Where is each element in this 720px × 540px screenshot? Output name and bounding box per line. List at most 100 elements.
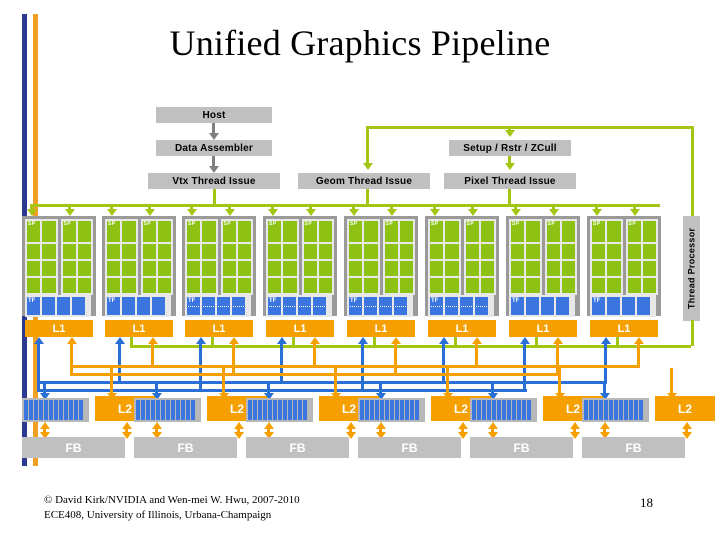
streaming-multiprocessor[interactable]: SP: [544, 219, 577, 295]
sp-core[interactable]: SP: [142, 221, 156, 242]
sp-core[interactable]: [283, 221, 297, 242]
sp-core[interactable]: [157, 244, 171, 259]
sp-core[interactable]: SP: [430, 221, 444, 242]
sp-core[interactable]: [399, 278, 413, 293]
sp-core[interactable]: [283, 278, 297, 293]
texture-filter-unit[interactable]: TF: [268, 297, 281, 315]
sp-core[interactable]: [399, 244, 413, 259]
sp-core[interactable]: [142, 278, 156, 293]
sp-core[interactable]: [187, 244, 201, 259]
sp-core[interactable]: [465, 278, 479, 293]
sp-core[interactable]: [318, 278, 332, 293]
stage-vtx-thread-issue[interactable]: Vtx Thread Issue: [148, 173, 280, 189]
texture-filter-unit[interactable]: [42, 297, 55, 315]
sp-core[interactable]: [142, 244, 156, 259]
sp-core[interactable]: [42, 278, 56, 293]
sp-core[interactable]: [364, 221, 378, 242]
thread-processor-cluster[interactable]: SP SP TF: [425, 216, 499, 317]
stage-data-assembler[interactable]: Data Assembler: [156, 140, 272, 156]
sp-core[interactable]: [561, 261, 575, 276]
l1-cache[interactable]: L1: [25, 320, 93, 337]
sp-core[interactable]: [318, 221, 332, 242]
sp-core[interactable]: [107, 244, 121, 259]
sp-core[interactable]: [237, 278, 251, 293]
sp-core[interactable]: [480, 261, 494, 276]
sp-core[interactable]: [303, 261, 317, 276]
streaming-multiprocessor[interactable]: SP: [382, 219, 415, 295]
texture-filter-unit[interactable]: TF: [349, 297, 362, 315]
sp-core[interactable]: [364, 244, 378, 259]
frame-buffer[interactable]: FB: [358, 437, 461, 458]
streaming-multiprocessor[interactable]: SP: [60, 219, 93, 295]
texture-filter-unit[interactable]: [460, 297, 473, 315]
sp-core[interactable]: [627, 244, 641, 259]
sp-core[interactable]: [318, 261, 332, 276]
sp-core[interactable]: [187, 261, 201, 276]
sp-core[interactable]: [77, 244, 91, 259]
frame-buffer[interactable]: FB: [134, 437, 237, 458]
sp-core[interactable]: [627, 261, 641, 276]
sp-core[interactable]: [237, 221, 251, 242]
sp-core[interactable]: [77, 278, 91, 293]
frame-buffer[interactable]: FB: [246, 437, 349, 458]
sp-core[interactable]: [592, 244, 606, 259]
sp-core[interactable]: [607, 278, 621, 293]
thread-processor-cluster[interactable]: SP SP TF: [22, 216, 96, 317]
l1-cache[interactable]: L1: [185, 320, 253, 337]
sp-core[interactable]: [27, 261, 41, 276]
streaming-multiprocessor[interactable]: SP: [185, 219, 218, 295]
texture-filter-unit[interactable]: TF: [107, 297, 120, 315]
frame-buffer[interactable]: FB: [582, 437, 685, 458]
sp-core[interactable]: [561, 221, 575, 242]
sp-core[interactable]: [318, 244, 332, 259]
sp-core[interactable]: [42, 261, 56, 276]
sp-core[interactable]: [364, 261, 378, 276]
streaming-multiprocessor[interactable]: SP: [347, 219, 380, 295]
sp-core[interactable]: [349, 244, 363, 259]
sp-core[interactable]: [364, 278, 378, 293]
sp-core[interactable]: [157, 221, 171, 242]
rop-unit[interactable]: [358, 398, 425, 422]
texture-filter-unit[interactable]: [217, 297, 230, 315]
thread-processor-cluster[interactable]: SP SP TF: [506, 216, 580, 317]
sp-core[interactable]: [546, 261, 560, 276]
texture-filter-unit[interactable]: [475, 297, 488, 315]
sp-core[interactable]: [430, 278, 444, 293]
sp-core[interactable]: [480, 221, 494, 242]
texture-filter-unit[interactable]: [232, 297, 245, 315]
frame-buffer[interactable]: FB: [22, 437, 125, 458]
thread-processor-cluster[interactable]: SP SP TF: [182, 216, 256, 317]
sp-core[interactable]: [202, 244, 216, 259]
sp-core[interactable]: [122, 244, 136, 259]
sp-core[interactable]: [122, 278, 136, 293]
texture-filter-unit[interactable]: TF: [27, 297, 40, 315]
sp-core[interactable]: SP: [303, 221, 317, 242]
texture-filter-unit[interactable]: TF: [511, 297, 524, 315]
sp-core[interactable]: [62, 278, 76, 293]
stage-setup-rstr-zcull[interactable]: Setup / Rstr / ZCull: [449, 140, 571, 156]
texture-filter-unit[interactable]: [313, 297, 326, 315]
rop-unit[interactable]: [22, 398, 89, 422]
sp-core[interactable]: [445, 261, 459, 276]
sp-core[interactable]: [384, 261, 398, 276]
sp-core[interactable]: [445, 221, 459, 242]
sp-core[interactable]: [526, 278, 540, 293]
sp-core[interactable]: [642, 244, 656, 259]
sp-core[interactable]: [430, 244, 444, 259]
sp-core[interactable]: SP: [268, 221, 282, 242]
sp-core[interactable]: [107, 261, 121, 276]
sp-core[interactable]: SP: [546, 221, 560, 242]
sp-core[interactable]: [480, 244, 494, 259]
rop-unit[interactable]: [582, 398, 649, 422]
sp-core[interactable]: [349, 261, 363, 276]
sp-core[interactable]: [202, 278, 216, 293]
sp-core[interactable]: [430, 261, 444, 276]
sp-core[interactable]: [202, 261, 216, 276]
streaming-multiprocessor[interactable]: SP: [140, 219, 173, 295]
thread-processor-cluster[interactable]: SP SP TF: [102, 216, 176, 317]
texture-filter-unit[interactable]: [364, 297, 377, 315]
texture-filter-unit[interactable]: [202, 297, 215, 315]
sp-core[interactable]: SP: [27, 221, 41, 242]
sp-core[interactable]: SP: [349, 221, 363, 242]
sp-core[interactable]: SP: [465, 221, 479, 242]
